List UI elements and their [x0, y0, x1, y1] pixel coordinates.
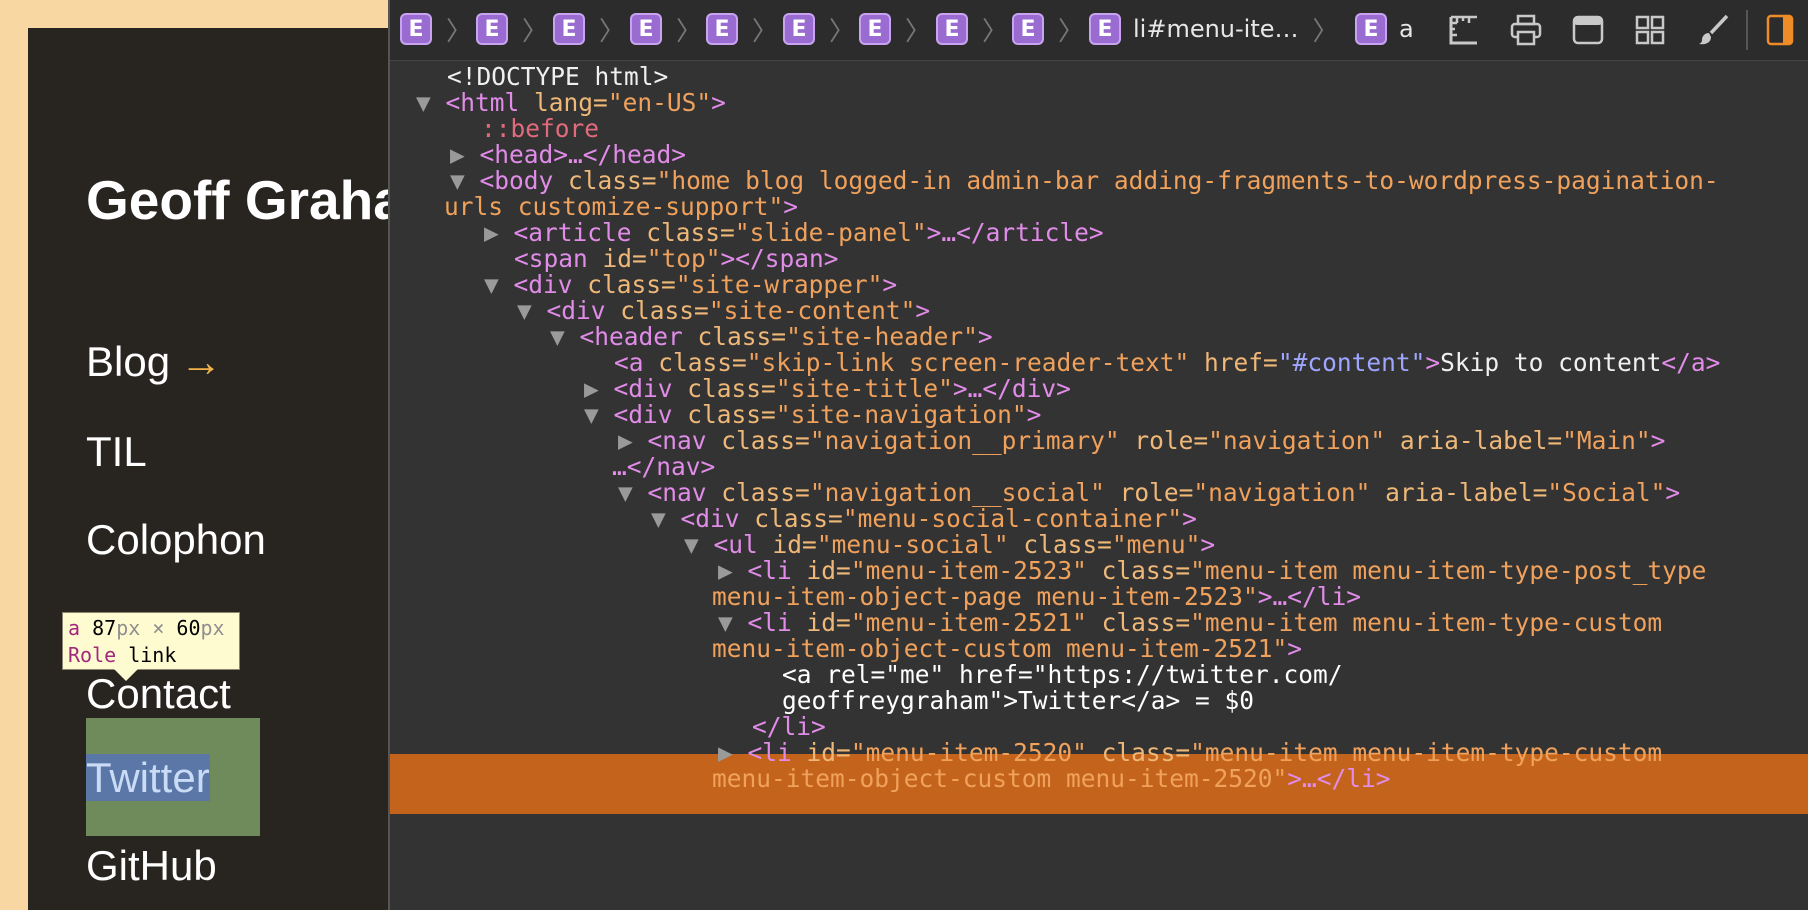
panel-toggle-icon[interactable] — [1762, 12, 1798, 48]
breadcrumb-item-5[interactable]: E 〉 — [706, 12, 779, 47]
tooltip-tail — [114, 669, 138, 681]
tooltip-height: 60 — [176, 616, 201, 640]
breadcrumb-item-2[interactable]: E 〉 — [476, 12, 549, 47]
breadcrumb-item-11[interactable]: Ea — [1355, 12, 1414, 46]
nav-link-twitter[interactable]: Twitter — [86, 754, 210, 802]
chevron-right-icon: 〉 — [676, 16, 703, 47]
element-icon: E — [476, 13, 508, 45]
site-title[interactable]: Geoff Graham — [86, 168, 388, 232]
disclosure-triangle-open-icon[interactable]: ▼ — [684, 530, 699, 559]
tooltip-role-label: Role — [68, 643, 117, 667]
tooltip-role-value: link — [128, 643, 177, 667]
chevron-right-icon: 〉 — [752, 16, 779, 47]
element-icon: E — [630, 13, 662, 45]
disclosure-triangle-closed-icon[interactable]: ▶ — [584, 374, 599, 403]
nav-link-blog-label[interactable]: Blog — [86, 338, 170, 385]
chevron-right-icon: 〉 — [1312, 16, 1339, 47]
breadcrumb-label: a — [1399, 15, 1414, 43]
print-icon[interactable] — [1508, 12, 1544, 48]
disclosure-triangle-open-icon[interactable]: ▼ — [651, 504, 666, 533]
chevron-right-icon: 〉 — [599, 16, 626, 47]
breadcrumb-item-1[interactable]: E 〉 — [400, 12, 473, 47]
chevron-right-icon: 〉 — [446, 16, 473, 47]
breadcrumb-item-4[interactable]: E 〉 — [630, 12, 703, 47]
disclosure-triangle-open-icon[interactable]: ▼ — [718, 608, 733, 637]
dom-node-nav-primary[interactable]: ▶ <nav class="navigation__primary" role=… — [618, 426, 1665, 456]
nav-link-twitter-label[interactable]: Twitter — [86, 754, 210, 801]
chevron-right-icon: 〉 — [905, 16, 932, 47]
disclosure-triangle-closed-icon[interactable]: ▶ — [618, 426, 633, 455]
tooltip-times: × — [152, 616, 165, 640]
chevron-right-icon: 〉 — [829, 16, 856, 47]
disclosure-triangle-closed-icon[interactable]: ▶ — [718, 556, 733, 585]
website-preview: Geoff Graham Blog→ TIL Colophon Contact … — [28, 28, 388, 910]
tooltip-width: 87 — [92, 616, 117, 640]
breadcrumb-item-7[interactable]: E 〉 — [859, 12, 932, 47]
breadcrumb-item-3[interactable]: E 〉 — [553, 12, 626, 47]
element-icon: E — [859, 13, 891, 45]
disclosure-triangle-open-icon[interactable]: ▼ — [416, 88, 431, 117]
element-icon: E — [400, 13, 432, 45]
disclosure-triangle-closed-icon[interactable]: ▶ — [484, 218, 499, 247]
dom-tree: <!DOCTYPE html> ▼ <html lang="en-US"> ::… — [390, 62, 1808, 910]
arrow-right-icon: → — [180, 338, 223, 385]
nav-link-til[interactable]: TIL — [86, 428, 147, 476]
breadcrumb-item-9[interactable]: E 〉 — [1012, 12, 1085, 47]
element-icon: E — [783, 13, 815, 45]
chevron-right-icon: 〉 — [1058, 16, 1085, 47]
element-icon: E — [706, 13, 738, 45]
chevron-right-icon: 〉 — [522, 16, 549, 47]
nav-link-contact[interactable]: Contact — [86, 670, 231, 718]
tooltip-tag: a — [68, 616, 81, 640]
grid-icon[interactable] — [1632, 12, 1668, 48]
tooltip-height-unit: px — [200, 616, 225, 640]
nav-link-blog[interactable]: Blog → — [86, 338, 222, 386]
tooltip-width-unit: px — [116, 616, 141, 640]
nav-link-github[interactable]: GitHub — [86, 842, 217, 890]
disclosure-triangle-closed-icon[interactable]: ▶ — [450, 140, 465, 169]
devtools-panel: E 〉 E 〉 E 〉 E 〉 E 〉 E 〉 E 〉 E 〉 E 〉 Eli#menu-ite…… — [388, 0, 1808, 910]
nav-link-colophon[interactable]: Colophon — [86, 516, 266, 564]
dom-node-menu-item-2520-cont: menu-item-object-custom menu-item-2520">… — [712, 764, 1391, 793]
toolbar-divider — [1746, 10, 1748, 50]
element-icon: E — [1012, 13, 1044, 45]
breadcrumb-label: li#menu-ite… — [1133, 15, 1299, 43]
inspector-tooltip: a 87px × 60px Role link — [62, 612, 240, 670]
disclosure-triangle-open-icon[interactable]: ▼ — [550, 322, 565, 351]
disclosure-triangle-open-icon[interactable]: ▼ — [517, 296, 532, 325]
element-icon: E — [1089, 13, 1121, 45]
ruler-icon[interactable] — [1446, 12, 1482, 48]
devtools-toolbar: E 〉 E 〉 E 〉 E 〉 E 〉 E 〉 E 〉 E 〉 E 〉 Eli#menu-ite…… — [390, 0, 1808, 61]
element-icon: E — [1355, 13, 1387, 45]
element-icon: E — [936, 13, 968, 45]
dom-node-twitter-link-selected-cont: geoffreygraham">Twitter</a> = $0 — [782, 686, 1255, 715]
breadcrumb-item-8[interactable]: E 〉 — [936, 12, 1009, 47]
breadcrumb-item-10[interactable]: Eli#menu-ite… 〉 — [1089, 12, 1339, 47]
disclosure-triangle-open-icon[interactable]: ▼ — [618, 478, 633, 507]
chevron-right-icon: 〉 — [982, 16, 1009, 47]
element-icon: E — [553, 13, 585, 45]
disclosure-triangle-open-icon[interactable]: ▼ — [484, 270, 499, 299]
disclosure-triangle-open-icon[interactable]: ▼ — [584, 400, 599, 429]
brush-icon[interactable] — [1696, 12, 1732, 48]
disclosure-triangle-closed-icon[interactable]: ▶ — [718, 738, 733, 767]
breadcrumb-item-6[interactable]: E 〉 — [783, 12, 856, 47]
disclosure-triangle-open-icon[interactable]: ▼ — [450, 166, 465, 195]
window-icon[interactable] — [1570, 12, 1606, 48]
